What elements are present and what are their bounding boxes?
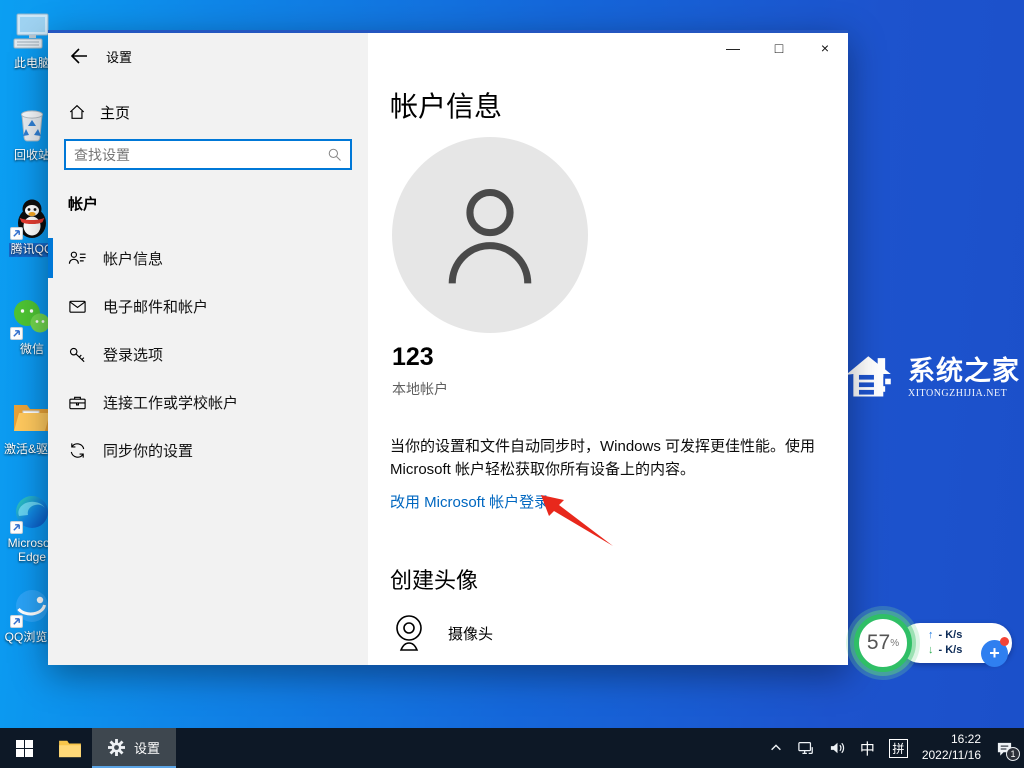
clock-date: 2022/11/16 (922, 748, 981, 764)
clock-time: 16:22 (922, 732, 981, 748)
download-speed: - K/s (939, 644, 963, 657)
avatar-person-icon (431, 170, 549, 300)
camera-option[interactable]: 摄像头 (392, 613, 493, 653)
search-input[interactable] (66, 147, 327, 163)
desktop: 此电脑 回收站 腾讯QQ 微信 激活&驱动 Microsoft Edge (0, 0, 1024, 768)
shortcut-arrow-icon (10, 327, 23, 340)
windows-logo-icon (16, 740, 33, 757)
sidebar-item-label: 同步你的设置 (103, 440, 193, 461)
back-arrow-icon (68, 45, 90, 67)
percent-sign: % (890, 638, 899, 649)
sidebar-item-label: 连接工作或学校帐户 (103, 392, 238, 413)
system-tray: 中 拼 16:22 2022/11/16 1 (769, 728, 1024, 768)
shortcut-arrow-icon (10, 227, 23, 240)
settings-sidebar: 设置 主页 帐户 帐户信息 电子邮件和帐户 登录选项 (48, 33, 368, 665)
sidebar-item-label: 登录选项 (103, 344, 163, 365)
tray-chevron-up-icon[interactable] (769, 741, 783, 755)
search-icon[interactable] (327, 147, 342, 162)
folder-icon (58, 738, 82, 758)
ime-language-indicator[interactable]: 中 (860, 738, 875, 759)
notification-badge: 1 (1006, 747, 1020, 761)
email-icon (68, 297, 87, 316)
sidebar-item-label: 主页 (100, 102, 130, 123)
start-button[interactable] (0, 728, 48, 768)
key-icon (68, 345, 87, 364)
sidebar-item-email-accounts[interactable]: 电子邮件和帐户 (48, 286, 368, 326)
speed-widget[interactable]: ↑ - K/s ↓ - K/s + 57 % (852, 612, 1016, 674)
home-icon (68, 103, 86, 121)
sidebar-item-label: 电子邮件和帐户 (103, 296, 208, 317)
network-speed-pill: ↑ - K/s ↓ - K/s + (900, 623, 1012, 663)
file-explorer-button[interactable] (48, 728, 92, 768)
briefcase-icon (68, 393, 87, 412)
watermark-title: 系统之家 (908, 349, 1020, 388)
shortcut-arrow-icon (10, 521, 23, 534)
download-speed-row: ↓ - K/s (928, 644, 962, 657)
watermark-site: XITONGZHIJIA.NET (908, 388, 1020, 399)
user-name: 123 (392, 343, 434, 372)
account-info-page: 帐户信息 123 本地帐户 当你的设置和文件自动同步时，Windows 可发挥更… (368, 33, 848, 665)
memory-usage-ring[interactable]: 57 % (854, 614, 912, 672)
widget-alert-dot (1000, 637, 1009, 646)
account-description: 当你的设置和文件自动同步时，Windows 可发挥更佳性能。使用 Microso… (390, 435, 818, 482)
camera-label: 摄像头 (448, 623, 493, 644)
upload-speed: - K/s (939, 629, 963, 642)
download-arrow-icon: ↓ (928, 644, 934, 657)
taskbar-app-label: 设置 (134, 738, 160, 757)
sidebar-item-work-school-account[interactable]: 连接工作或学校帐户 (48, 382, 368, 422)
upload-speed-row: ↑ - K/s (928, 629, 962, 642)
shortcut-arrow-icon (10, 615, 23, 628)
account-type: 本地帐户 (392, 379, 448, 399)
sidebar-item-signin-options[interactable]: 登录选项 (48, 334, 368, 374)
sidebar-section-label: 帐户 (68, 193, 98, 214)
network-icon[interactable] (797, 740, 815, 756)
settings-window: 设置 主页 帐户 帐户信息 电子邮件和帐户 登录选项 (48, 30, 848, 665)
page-title: 帐户信息 (390, 85, 502, 125)
sidebar-item-account-info[interactable]: 帐户信息 (48, 238, 368, 278)
sidebar-item-home[interactable]: 主页 (48, 93, 368, 131)
upload-arrow-icon: ↑ (928, 629, 934, 642)
watermark: 系统之家 XITONGZHIJIA.NET (844, 345, 1020, 403)
desktop-icon-label: 微信 (20, 343, 44, 357)
settings-content-pane: — □ × 帐户信息 123 本地帐户 当你的设置和文件自动同步时，Window… (368, 33, 848, 665)
webcam-icon (392, 613, 426, 653)
taskbar-clock[interactable]: 16:22 2022/11/16 (922, 732, 981, 763)
settings-search (64, 139, 352, 170)
switch-to-microsoft-account-link[interactable]: 改用 Microsoft 帐户登录 (390, 491, 549, 512)
gear-icon (108, 739, 125, 756)
sidebar-item-label: 帐户信息 (103, 248, 163, 269)
volume-icon[interactable] (829, 740, 846, 756)
xitongzhijia-logo-icon (844, 345, 902, 403)
sync-icon (68, 441, 87, 460)
desktop-icon-label: 此电脑 (14, 57, 50, 71)
user-avatar (392, 137, 588, 333)
usage-percent: 57 (867, 631, 890, 655)
back-button[interactable] (68, 45, 90, 67)
sidebar-item-sync-settings[interactable]: 同步你的设置 (48, 430, 368, 470)
account-info-icon (68, 249, 87, 268)
taskbar-app-settings[interactable]: 设置 (92, 728, 176, 768)
desktop-icon-label: 回收站 (14, 149, 50, 163)
action-center-button[interactable]: 1 (995, 740, 1014, 757)
ime-mode-indicator[interactable]: 拼 (889, 739, 908, 758)
window-title: 设置 (106, 47, 132, 66)
taskbar: 设置 中 拼 16:22 2022/11/16 1 (0, 728, 1024, 768)
create-avatar-title: 创建头像 (390, 563, 478, 595)
